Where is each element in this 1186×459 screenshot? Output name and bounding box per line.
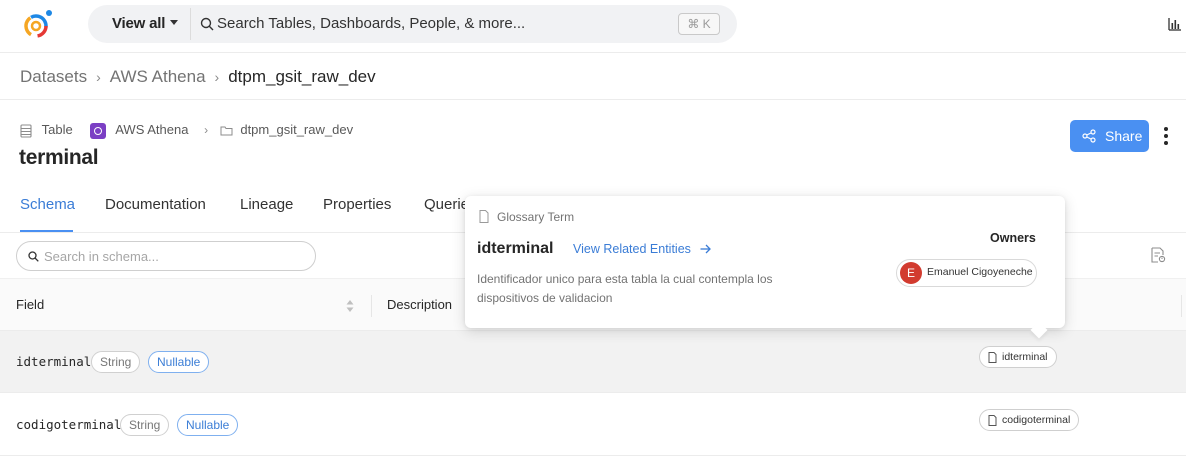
share-button-label: Share <box>1105 128 1143 144</box>
entity-platform[interactable]: AWS Athena <box>115 122 188 137</box>
meta-separator: › <box>204 123 209 137</box>
active-tab-indicator <box>20 230 73 232</box>
entity-type: Table <box>41 122 73 137</box>
popover-entity-type: Glossary Term <box>479 210 574 224</box>
popover-title[interactable]: idterminal <box>477 240 553 258</box>
glossary-term-icon <box>988 415 997 426</box>
view-all-dropdown[interactable]: View all <box>112 5 165 43</box>
entity-meta: Table AWS Athena › dtpm_gsit_raw_dev <box>20 120 353 140</box>
avatar: E <box>900 262 922 284</box>
breadcrumb-item-datasets[interactable]: Datasets <box>20 67 87 86</box>
glossary-term-tag[interactable]: codigoterminal <box>979 409 1080 431</box>
breadcrumb-separator: › <box>96 69 101 85</box>
nullable-tag: Nullable <box>148 351 210 373</box>
share-button[interactable]: Share <box>1070 120 1149 152</box>
glossary-term-icon <box>988 352 997 363</box>
owner-pill[interactable]: E Emanuel Cigoyeneche <box>896 259 1037 287</box>
analytics-icon[interactable] <box>1168 17 1182 31</box>
owner-name: Emanuel Cigoyeneche <box>927 266 1033 278</box>
tab-documentation[interactable]: Documentation <box>105 196 206 213</box>
table-icon <box>20 124 32 138</box>
breadcrumb-current[interactable]: dtpm_gsit_raw_dev <box>228 67 375 86</box>
glossary-term-label: idterminal <box>1002 351 1048 363</box>
field-name: codigoterminal <box>16 417 122 432</box>
schema-search-input[interactable] <box>44 247 304 265</box>
more-options-icon[interactable] <box>1156 124 1176 148</box>
arrow-right-icon <box>700 244 712 254</box>
share-icon <box>1082 129 1096 143</box>
tab-schema[interactable]: Schema <box>20 196 75 213</box>
athena-logo-icon <box>90 122 107 139</box>
entity-container[interactable]: dtpm_gsit_raw_dev <box>240 122 353 137</box>
nullable-tag: Nullable <box>177 414 239 436</box>
column-divider <box>1181 295 1182 317</box>
owners-label: Owners <box>990 231 1036 245</box>
breadcrumb-separator: › <box>214 69 220 85</box>
glossary-term-tag[interactable]: idterminal <box>979 346 1057 368</box>
table-row[interactable]: codigoterminal String Nullable codigoter… <box>0 394 1186 456</box>
type-tag: String <box>91 351 141 373</box>
breadcrumb-divider <box>0 99 1186 100</box>
breadcrumb-item-platform[interactable]: AWS Athena <box>110 67 206 86</box>
view-related-entities-label: View Related Entities <box>573 242 691 256</box>
search-divider <box>190 8 191 40</box>
column-header-description: Description <box>387 297 453 312</box>
global-search-bar[interactable]: View all Search Tables, Dashboards, Peop… <box>88 5 737 43</box>
top-bar: View all Search Tables, Dashboards, Peop… <box>0 0 1186 53</box>
search-icon <box>200 17 214 31</box>
search-shortcut-badge: ⌘ K <box>678 13 720 35</box>
glossary-term-icon <box>479 210 489 223</box>
popover-description: Identificador unico para esta tabla la c… <box>477 272 773 305</box>
field-name: idterminal <box>16 354 92 369</box>
popover-entity-type-label: Glossary Term <box>497 210 575 224</box>
glossary-term-label: codigoterminal <box>1002 414 1071 426</box>
view-related-entities-link[interactable]: View Related Entities <box>573 242 712 256</box>
tab-lineage[interactable]: Lineage <box>240 196 293 213</box>
caret-down-icon[interactable] <box>170 20 178 25</box>
glossary-term-popover: Glossary Term idterminal View Related En… <box>465 196 1065 339</box>
column-divider <box>371 295 372 317</box>
table-row[interactable]: idterminal String Nullable idterminal <box>0 331 1186 393</box>
column-header-field[interactable]: Field <box>16 297 44 312</box>
datahub-logo-icon[interactable] <box>18 5 58 45</box>
breadcrumb: Datasets › AWS Athena › dtpm_gsit_raw_dev <box>20 63 376 91</box>
entity-title: terminal <box>19 146 99 169</box>
search-icon <box>28 251 39 262</box>
sort-icon[interactable] <box>345 299 355 313</box>
schema-blame-icon[interactable] <box>1150 247 1166 264</box>
schema-search-field[interactable] <box>16 241 316 271</box>
tab-properties[interactable]: Properties <box>323 196 391 213</box>
folder-icon <box>220 126 233 136</box>
global-search-input[interactable]: Search Tables, Dashboards, People, & mor… <box>217 5 525 43</box>
type-tag: String <box>120 414 170 436</box>
